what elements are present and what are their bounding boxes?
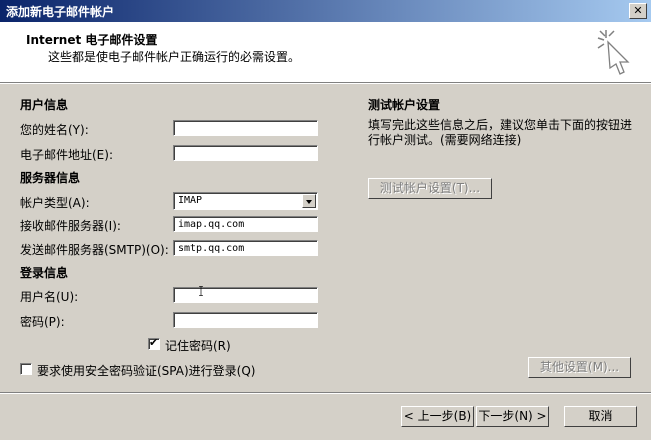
wizard-wand-icon	[597, 30, 630, 75]
spa-label[interactable]: 要求使用安全密码验证(SPA)进行登录(Q)	[37, 362, 255, 379]
test-account-button[interactable]: 测试帐户设置(T)...	[368, 178, 492, 199]
back-button[interactable]: < 上一步(B)	[401, 406, 474, 427]
more-settings-button[interactable]: 其他设置(M)...	[528, 357, 631, 378]
password-input[interactable]	[173, 312, 318, 328]
header-subtitle: 这些都是使电子邮件帐户正确运行的必需设置。	[48, 50, 301, 64]
password-label: 密码(P):	[20, 315, 65, 329]
spa-checkbox[interactable]	[20, 363, 32, 375]
close-button[interactable]: ✕	[629, 3, 647, 19]
remember-password-label[interactable]: 记住密码(R)	[165, 337, 231, 354]
title-bar[interactable]: 添加新电子邮件帐户 ✕	[0, 0, 651, 22]
incoming-server-label: 接收邮件服务器(I):	[20, 219, 121, 233]
email-label: 电子邮件地址(E):	[20, 148, 113, 162]
name-label: 您的姓名(Y):	[20, 123, 89, 137]
remember-password-checkbox[interactable]	[148, 336, 160, 350]
outgoing-server-input[interactable]: smtp.qq.com	[173, 240, 318, 256]
email-input[interactable]	[173, 145, 318, 161]
server-info-heading: 服务器信息	[20, 171, 81, 185]
next-button[interactable]: 下一步(N) >	[476, 406, 549, 427]
header-title: Internet 电子邮件设置	[26, 33, 158, 47]
name-input[interactable]	[173, 120, 318, 136]
add-email-account-dialog: 添加新电子邮件帐户 ✕ Internet 电子邮件设置 这些都是使电子邮件帐户正…	[0, 0, 651, 440]
test-description: 填写完此这些信息之后，建议您单击下面的按钮进行帐户测试。(需要网络连接)	[368, 118, 633, 147]
account-type-select[interactable]: IMAP	[173, 192, 318, 210]
username-input[interactable]	[173, 287, 318, 303]
header-panel: Internet 电子邮件设置 这些都是使电子邮件帐户正确运行的必需设置。	[0, 22, 651, 82]
window-title: 添加新电子邮件帐户	[6, 5, 115, 19]
account-type-label: 帐户类型(A):	[20, 196, 90, 210]
login-info-heading: 登录信息	[20, 266, 69, 280]
text-cursor-icon	[199, 286, 203, 296]
cancel-button[interactable]: 取消	[564, 406, 637, 427]
footer-divider-highlight	[0, 393, 651, 394]
incoming-server-input[interactable]: imap.qq.com	[173, 216, 318, 232]
header-divider-highlight	[0, 83, 651, 84]
user-info-heading: 用户信息	[20, 98, 69, 112]
username-label: 用户名(U):	[20, 290, 79, 304]
account-type-value: IMAP	[178, 195, 203, 206]
dropdown-arrow-icon[interactable]	[302, 194, 316, 208]
outgoing-server-label: 发送邮件服务器(SMTP)(O):	[20, 243, 169, 257]
test-settings-heading: 测试帐户设置	[368, 98, 441, 112]
